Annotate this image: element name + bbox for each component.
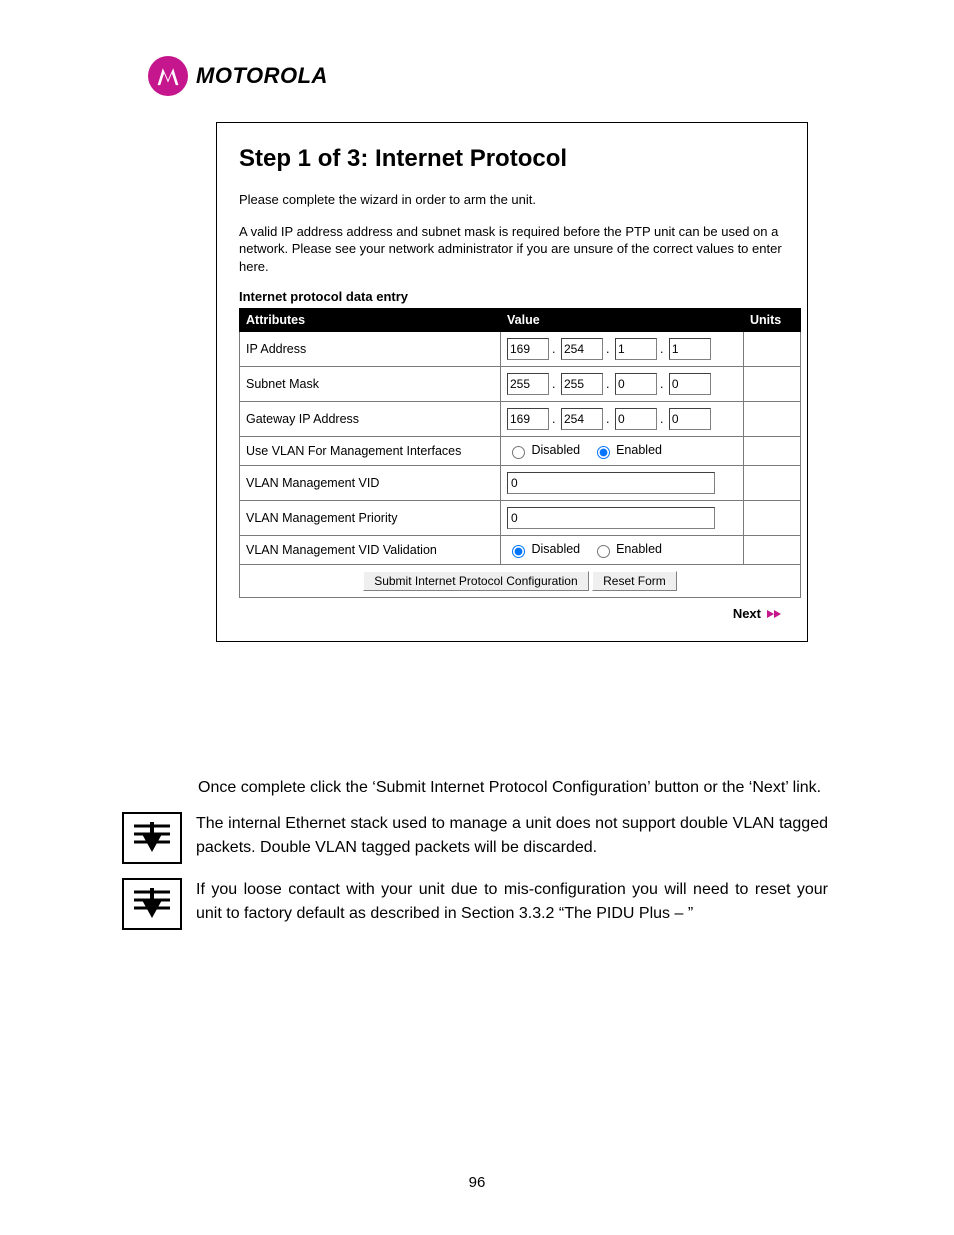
- label-ip: IP Address: [240, 332, 501, 367]
- note-icon: [122, 812, 182, 864]
- mask-octet-4[interactable]: [669, 373, 711, 395]
- panel-subhead: Internet protocol data entry: [239, 289, 787, 304]
- table-row-vlan-vid-validation: VLAN Management VID Validation Disabled …: [240, 536, 801, 565]
- col-attributes: Attributes: [240, 309, 501, 332]
- body-paragraph-1: Once complete click the ‘Submit Internet…: [198, 776, 828, 800]
- panel-intro-2: A valid IP address address and subnet ma…: [239, 223, 787, 276]
- vidval-disabled-label[interactable]: Disabled: [507, 542, 584, 556]
- vlan-vid-input[interactable]: [507, 472, 715, 494]
- label-vlan-vid-validation: VLAN Management VID Validation: [240, 536, 501, 565]
- mask-octet-2[interactable]: [561, 373, 603, 395]
- reset-button[interactable]: Reset Form: [592, 571, 677, 591]
- table-row-mask: Subnet Mask . . .: [240, 367, 801, 402]
- ip-octet-1[interactable]: [507, 338, 549, 360]
- body-copy: Once complete click the ‘Submit Internet…: [198, 776, 828, 944]
- vidval-disabled-radio[interactable]: [512, 545, 525, 558]
- ip-octet-3[interactable]: [615, 338, 657, 360]
- vidval-enabled-label[interactable]: Enabled: [592, 542, 662, 556]
- vlan-mgmt-enabled-label[interactable]: Enabled: [592, 443, 662, 457]
- label-mask: Subnet Mask: [240, 367, 501, 402]
- table-row-buttons: Submit Internet Protocol Configuration R…: [240, 565, 801, 598]
- vlan-mgmt-disabled-label[interactable]: Disabled: [507, 443, 584, 457]
- vlan-mgmt-enabled-radio[interactable]: [597, 446, 610, 459]
- table-row-ip: IP Address . . .: [240, 332, 801, 367]
- gw-octet-1[interactable]: [507, 408, 549, 430]
- label-vlan-mgmt: Use VLAN For Management Interfaces: [240, 437, 501, 466]
- vlan-mgmt-disabled-radio[interactable]: [512, 446, 525, 459]
- motorola-logo-icon: [148, 56, 188, 96]
- brand-name: MOTOROLA: [196, 63, 328, 89]
- vidval-enabled-radio[interactable]: [597, 545, 610, 558]
- table-row-gateway: Gateway IP Address . . .: [240, 402, 801, 437]
- mask-octet-3[interactable]: [615, 373, 657, 395]
- label-vlan-prio: VLAN Management Priority: [240, 501, 501, 536]
- page-number: 96: [0, 1174, 954, 1191]
- table-row-vlan-mgmt: Use VLAN For Management Interfaces Disab…: [240, 437, 801, 466]
- col-units: Units: [744, 309, 801, 332]
- panel-intro-1: Please complete the wizard in order to a…: [239, 191, 787, 209]
- panel-title: Step 1 of 3: Internet Protocol: [239, 145, 787, 173]
- submit-button[interactable]: Submit Internet Protocol Configuration: [363, 571, 588, 591]
- vlan-prio-input[interactable]: [507, 507, 715, 529]
- gw-octet-2[interactable]: [561, 408, 603, 430]
- next-arrow-icon: [767, 607, 787, 621]
- attributes-table: Attributes Value Units IP Address . . . …: [239, 308, 801, 598]
- note-text-1: The internal Ethernet stack used to mana…: [196, 812, 828, 860]
- mask-octet-1[interactable]: [507, 373, 549, 395]
- wizard-panel: Step 1 of 3: Internet Protocol Please co…: [216, 122, 808, 642]
- ip-octet-4[interactable]: [669, 338, 711, 360]
- note-block-1: The internal Ethernet stack used to mana…: [198, 812, 828, 864]
- next-link[interactable]: Next: [239, 606, 787, 621]
- label-vlan-vid: VLAN Management VID: [240, 466, 501, 501]
- brand-header: MOTOROLA: [148, 56, 328, 96]
- ip-octet-2[interactable]: [561, 338, 603, 360]
- col-value: Value: [501, 309, 744, 332]
- gw-octet-4[interactable]: [669, 408, 711, 430]
- gw-octet-3[interactable]: [615, 408, 657, 430]
- note-icon: [122, 878, 182, 930]
- table-row-vlan-prio: VLAN Management Priority: [240, 501, 801, 536]
- label-gateway: Gateway IP Address: [240, 402, 501, 437]
- table-row-vlan-vid: VLAN Management VID: [240, 466, 801, 501]
- note-block-2: If you loose contact with your unit due …: [198, 878, 828, 930]
- note-text-2: If you loose contact with your unit due …: [196, 878, 828, 926]
